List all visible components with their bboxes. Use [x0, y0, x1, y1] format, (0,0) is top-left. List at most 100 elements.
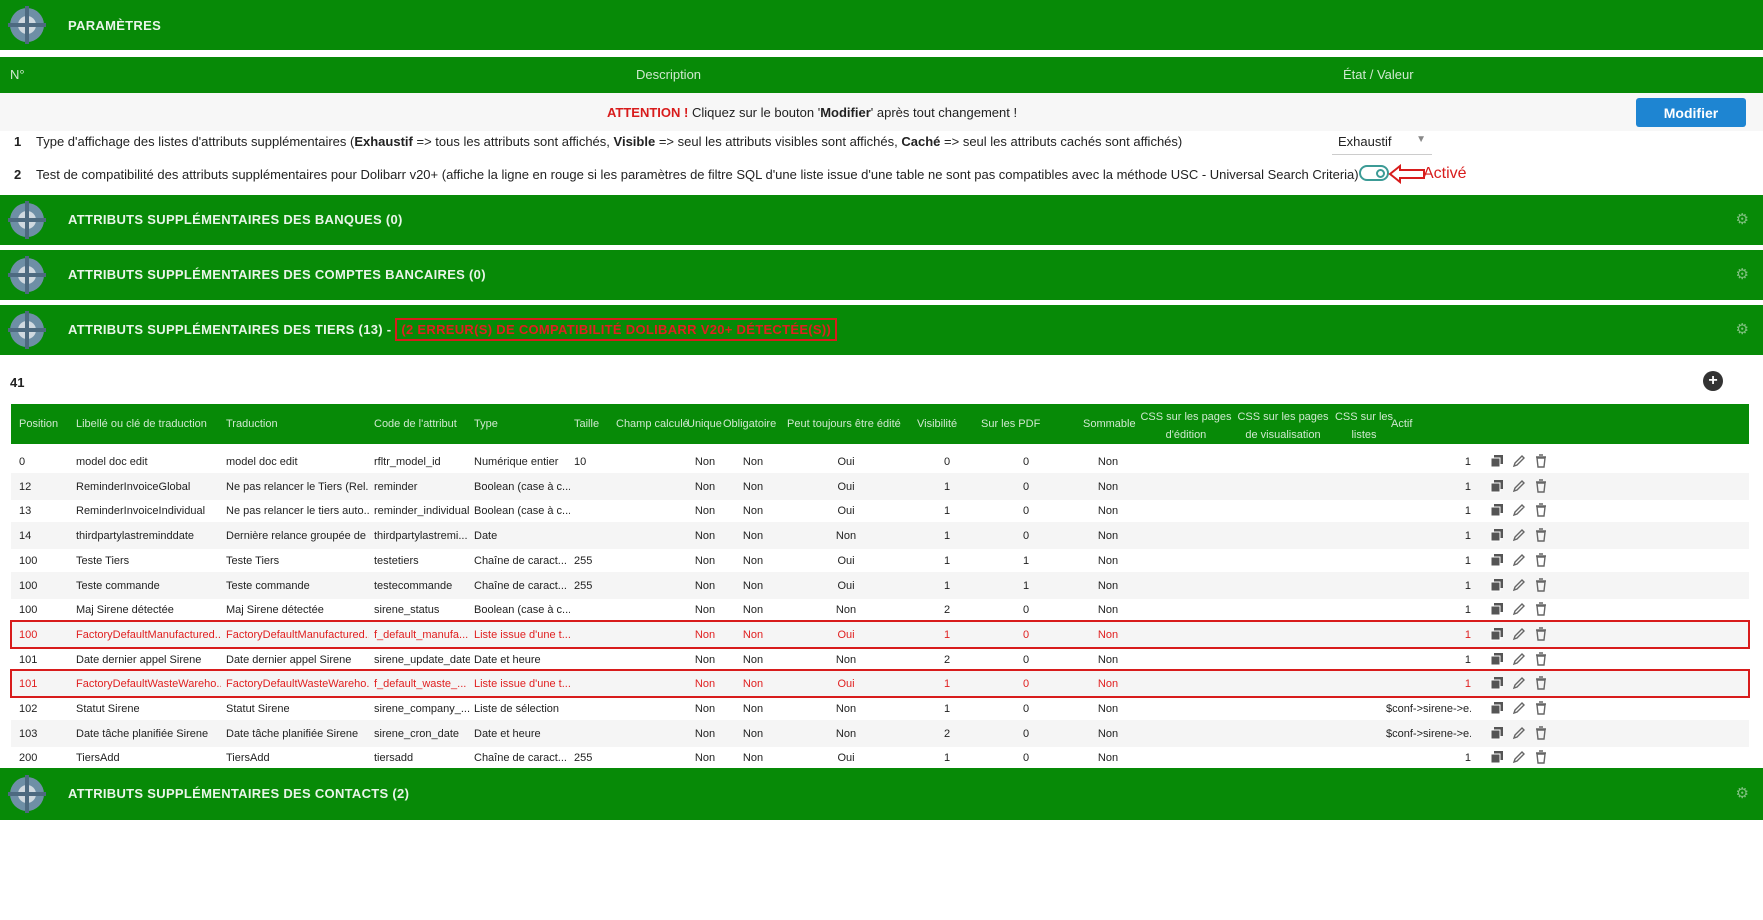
table-cell: Date: [474, 530, 498, 543]
table-cell: Teste commande: [226, 579, 310, 592]
display-type-select[interactable]: Exhaustif ▼: [1332, 130, 1432, 155]
table-cell: 100: [19, 628, 38, 641]
clone-icon[interactable]: [1489, 453, 1505, 469]
edit-icon[interactable]: [1511, 675, 1527, 691]
table-cell: 101: [19, 678, 38, 691]
table-cell: 1: [943, 752, 951, 765]
column-header[interactable]: Peut toujours être édité: [787, 418, 901, 430]
edit-icon[interactable]: [1511, 577, 1527, 593]
table-cell: 2: [943, 653, 951, 666]
table-row: 12 ReminderInvoiceGlobal Ne pas relancer l…: [11, 472, 1749, 500]
table-cell: Non: [742, 579, 764, 592]
table-cell: 1: [943, 579, 951, 592]
table-cell: 13: [19, 505, 32, 518]
edit-icon[interactable]: [1511, 651, 1527, 667]
delete-icon[interactable]: [1533, 626, 1549, 642]
clone-icon[interactable]: [1489, 577, 1505, 593]
delete-icon[interactable]: [1533, 675, 1549, 691]
clone-icon[interactable]: [1489, 749, 1505, 765]
table-cell: Non: [694, 604, 716, 617]
table-cell: 255: [574, 752, 593, 765]
table-cell: 1: [1464, 604, 1471, 617]
gear-icon[interactable]: ⚙: [1736, 265, 1749, 283]
clone-icon[interactable]: [1489, 601, 1505, 617]
clone-icon[interactable]: [1489, 675, 1505, 691]
delete-icon[interactable]: [1533, 552, 1549, 568]
delete-icon[interactable]: [1533, 601, 1549, 617]
delete-icon[interactable]: [1533, 651, 1549, 667]
edit-icon[interactable]: [1511, 725, 1527, 741]
column-header[interactable]: CSS sur les pages de visualisation: [1233, 408, 1333, 444]
table-cell: Date et heure: [474, 653, 541, 666]
table-cell: 0: [19, 456, 26, 468]
edit-icon[interactable]: [1511, 502, 1527, 518]
clone-icon[interactable]: [1489, 626, 1505, 642]
table-cell: Non: [1097, 480, 1119, 493]
table-cell: Ne pas relancer le Tiers (Rel...: [226, 480, 369, 493]
column-header[interactable]: CSS sur les listes: [1329, 408, 1399, 444]
clone-icon[interactable]: [1489, 527, 1505, 543]
clone-icon[interactable]: [1489, 651, 1505, 667]
edit-icon[interactable]: [1511, 527, 1527, 543]
column-header[interactable]: CSS sur les pages d'édition: [1136, 408, 1236, 444]
table-cell: Non: [694, 505, 716, 518]
edit-icon[interactable]: [1511, 453, 1527, 469]
table-cell: rfltr_model_id: [374, 456, 441, 468]
contacts-band[interactable]: ATTRIBUTS SUPPLÉMENTAIRES DES CONTACTS (…: [0, 768, 1763, 820]
table-cell: Non: [694, 628, 716, 641]
table-cell: Non: [742, 752, 764, 765]
column-header[interactable]: Visibilité: [917, 418, 957, 430]
contacts-title: ATTRIBUTS SUPPLÉMENTAIRES DES CONTACTS (…: [68, 786, 410, 801]
delete-icon[interactable]: [1533, 502, 1549, 518]
gear-icon[interactable]: ⚙: [1736, 784, 1749, 802]
edit-icon[interactable]: [1511, 478, 1527, 494]
table-cell: Statut Sirene: [76, 703, 140, 715]
column-header[interactable]: Type: [474, 418, 498, 430]
clone-icon[interactable]: [1489, 478, 1505, 494]
table-cell: Non: [742, 554, 764, 567]
compat-toggle[interactable]: [1359, 165, 1389, 181]
delete-icon[interactable]: [1533, 453, 1549, 469]
column-header[interactable]: Obligatoire: [723, 418, 776, 430]
column-header[interactable]: Taille: [574, 418, 599, 430]
gear-icon[interactable]: ⚙: [1736, 210, 1749, 228]
add-icon[interactable]: +: [1703, 371, 1723, 391]
column-header[interactable]: Position: [19, 418, 58, 430]
table-cell: Statut Sirene: [226, 703, 290, 715]
edit-icon[interactable]: [1511, 749, 1527, 765]
column-header[interactable]: Code de l'attribut: [374, 418, 457, 430]
delete-icon[interactable]: [1533, 725, 1549, 741]
clone-icon[interactable]: [1489, 552, 1505, 568]
column-header[interactable]: Champ calculé: [616, 418, 689, 430]
table-cell: Oui: [837, 480, 855, 493]
column-header[interactable]: Sur les PDF: [981, 418, 1040, 430]
edit-icon[interactable]: [1511, 552, 1527, 568]
clone-icon[interactable]: [1489, 700, 1505, 716]
thirdparties-band[interactable]: ATTRIBUTS SUPPLÉMENTAIRES DES TIERS (13)…: [0, 305, 1763, 355]
clone-icon[interactable]: [1489, 725, 1505, 741]
table-cell: Non: [1097, 579, 1119, 592]
column-header[interactable]: Sommable: [1083, 418, 1136, 430]
edit-icon[interactable]: [1511, 601, 1527, 617]
table-cell: f_default_waste_...: [374, 678, 467, 691]
edit-icon[interactable]: [1511, 626, 1527, 642]
edit-icon[interactable]: [1511, 700, 1527, 716]
bank-accounts-band[interactable]: ATTRIBUTS SUPPLÉMENTAIRES DES COMPTES BA…: [0, 250, 1763, 300]
column-header[interactable]: Unique: [687, 418, 722, 430]
delete-icon[interactable]: [1533, 700, 1549, 716]
delete-icon[interactable]: [1533, 749, 1549, 765]
table-cell: sirene_cron_date: [374, 727, 460, 740]
delete-icon[interactable]: [1533, 577, 1549, 593]
column-header[interactable]: Libellé ou clé de traduction: [76, 418, 207, 430]
column-header[interactable]: Traduction: [226, 418, 278, 430]
table-cell: FactoryDefaultManufactured...: [226, 628, 369, 641]
table-cell: 0: [1022, 727, 1030, 740]
delete-icon[interactable]: [1533, 478, 1549, 494]
module-logo-icon: [6, 4, 48, 46]
clone-icon[interactable]: [1489, 502, 1505, 518]
gear-icon[interactable]: ⚙: [1736, 320, 1749, 338]
column-header[interactable]: Actif: [1391, 418, 1412, 430]
banks-band[interactable]: ATTRIBUTS SUPPLÉMENTAIRES DES BANQUES (0…: [0, 195, 1763, 245]
delete-icon[interactable]: [1533, 527, 1549, 543]
table-cell: Non: [835, 727, 857, 740]
